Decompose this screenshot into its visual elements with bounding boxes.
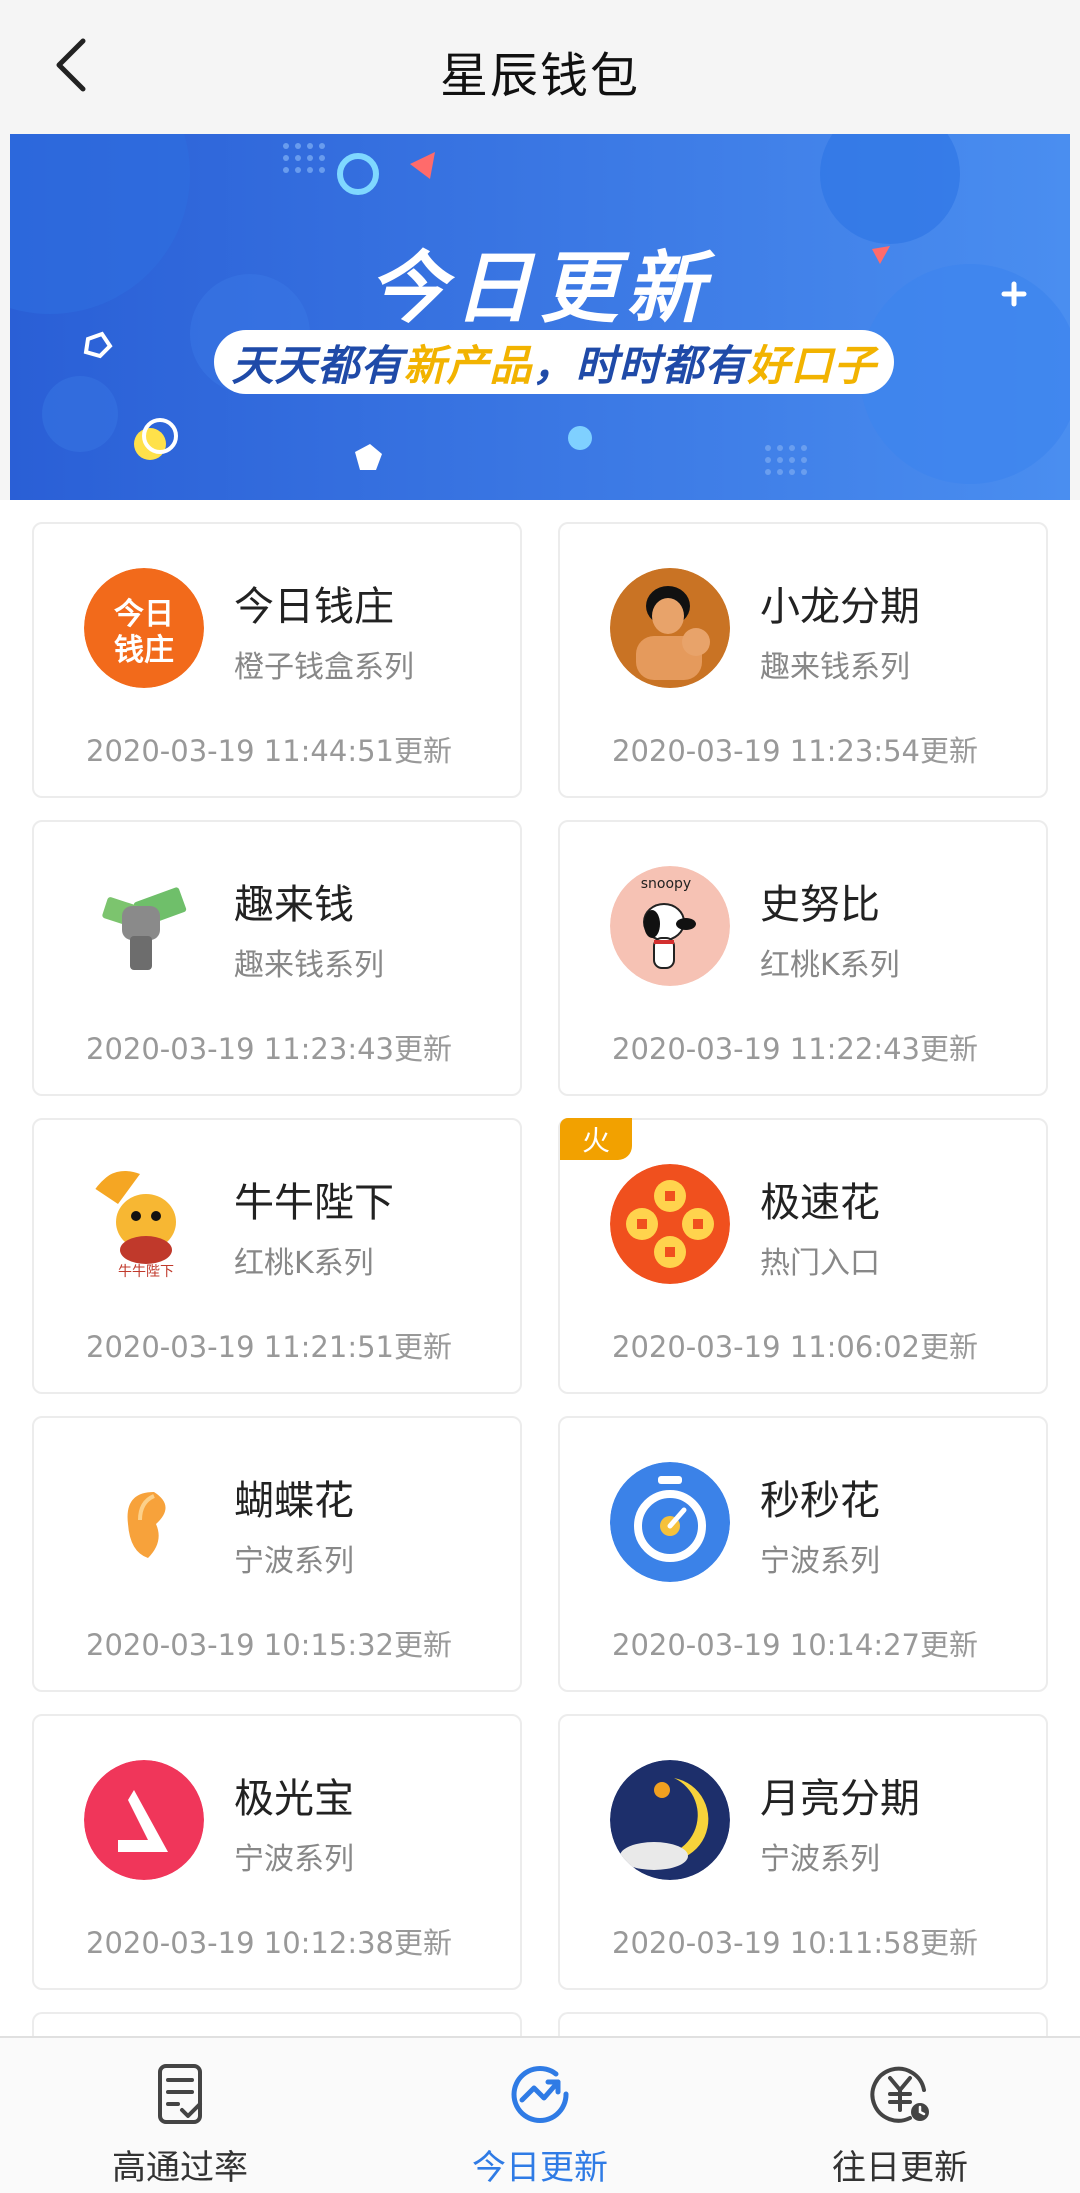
stopwatch-logo [610, 1462, 730, 1582]
update-time: 2020-03-19 10:11:58更新 [612, 1926, 978, 1960]
product-name: 极光宝 [234, 1776, 354, 1822]
svg-text:钱庄: 钱庄 [114, 633, 174, 668]
product-card[interactable]: 小龙分期 趣来钱系列 2020-03-19 11:23:54更新 [558, 522, 1048, 798]
update-time: 2020-03-19 11:23:43更新 [86, 1032, 452, 1066]
niuniu-bixia-logo: 牛牛陛下 [84, 1164, 204, 1284]
product-series: 红桃K系列 [760, 948, 900, 983]
product-series: 红桃K系列 [234, 1246, 374, 1281]
product-card[interactable]: 极光宝 宁波系列 2020-03-19 10:12:38更新 [32, 1714, 522, 1990]
product-card[interactable] [32, 2012, 522, 2036]
tab-label: 往日更新 [832, 2148, 968, 2188]
product-series: 宁波系列 [760, 1842, 880, 1877]
bottom-tab-bar: 高通过率 今日更新 往日更新 [0, 2036, 1080, 2193]
product-name: 今日钱庄 [234, 584, 394, 630]
svg-text:snoopy: snoopy [641, 876, 691, 892]
tagline-part-1: 天天都有 [231, 340, 404, 390]
product-card[interactable]: 趣来钱 趣来钱系列 2020-03-19 11:23:43更新 [32, 820, 522, 1096]
product-card[interactable]: 今日 钱庄 今日钱庄 橙子钱盒系列 2020-03-19 11:44:51更新 [32, 522, 522, 798]
product-card[interactable]: 秒秒花 宁波系列 2020-03-19 10:14:27更新 [558, 1416, 1048, 1692]
tab-past-update[interactable]: 往日更新 [720, 2038, 1080, 2193]
product-series: 宁波系列 [234, 1544, 354, 1579]
product-name: 牛牛陛下 [234, 1180, 394, 1226]
tab-label: 今日更新 [472, 2148, 608, 2188]
product-name: 极速花 [760, 1180, 880, 1226]
product-list: 今日 钱庄 今日钱庄 橙子钱盒系列 2020-03-19 11:44:51更新 [0, 500, 1080, 2036]
tab-high-pass-rate[interactable]: 高通过率 [0, 2038, 360, 2193]
svg-text:牛牛陛下: 牛牛陛下 [118, 1264, 174, 1280]
product-name: 趣来钱 [234, 882, 354, 928]
jiguangbao-logo [84, 1760, 204, 1880]
update-time: 2020-03-19 11:44:51更新 [86, 734, 452, 768]
product-series: 橙子钱盒系列 [234, 650, 414, 685]
product-card[interactable]: 蝴蝶花 宁波系列 2020-03-19 10:15:32更新 [32, 1416, 522, 1692]
page-title: 星辰钱包 [439, 48, 640, 104]
document-check-icon [158, 2064, 202, 2124]
product-series: 宁波系列 [760, 1544, 880, 1579]
update-time: 2020-03-19 11:06:02更新 [612, 1330, 978, 1364]
xiaolong-fenqi-logo [610, 568, 730, 688]
tab-today-update[interactable]: 今日更新 [360, 2038, 720, 2193]
tab-label: 高通过率 [112, 2148, 248, 2188]
product-card[interactable]: snoopy 史努比 红桃K系列 2020-03-19 11:22:43更新 [558, 820, 1048, 1096]
update-time: 2020-03-19 10:14:27更新 [612, 1628, 978, 1662]
update-time: 2020-03-19 10:12:38更新 [86, 1926, 452, 1960]
tagline-part-2: ，时时都有 [532, 340, 748, 390]
banner-tagline: 天天都有 新产品 ，时时都有 好口子 [214, 330, 894, 394]
product-name: 史努比 [760, 882, 880, 928]
product-card[interactable] [558, 2012, 1048, 2036]
product-card[interactable]: 月亮分期 宁波系列 2020-03-19 10:11:58更新 [558, 1714, 1048, 1990]
hot-badge: 火 [560, 1118, 632, 1160]
product-series: 趣来钱系列 [760, 650, 910, 685]
product-series: 热门入口 [760, 1246, 880, 1281]
snoopy-logo: snoopy [610, 866, 730, 986]
yen-history-icon [870, 2066, 929, 2123]
product-name: 秒秒花 [760, 1478, 880, 1524]
fist-money-logo [84, 866, 204, 986]
banner-headline: 今日更新 [367, 244, 712, 334]
today-update-banner[interactable]: 今日更新 天天都有 新产品 ，时时都有 好口子 [10, 134, 1070, 500]
product-series: 宁波系列 [234, 1842, 354, 1877]
butterfly-logo [84, 1462, 204, 1582]
product-name: 月亮分期 [760, 1776, 920, 1822]
top-nav-bar: 星辰钱包 [0, 0, 1080, 132]
product-card[interactable]: 牛牛陛下 牛牛陛下 红桃K系列 2020-03-19 11:21:51更新 [32, 1118, 522, 1394]
update-time: 2020-03-19 11:22:43更新 [612, 1032, 978, 1066]
update-time: 2020-03-19 10:15:32更新 [86, 1628, 452, 1662]
product-name: 小龙分期 [760, 584, 920, 630]
jinri-qianzhuang-logo: 今日 钱庄 [84, 568, 204, 688]
tagline-highlight-2: 好口子 [747, 340, 877, 390]
trend-circle-icon [511, 2066, 569, 2123]
product-name: 蝴蝶花 [234, 1478, 354, 1524]
svg-text:今日: 今日 [114, 597, 174, 632]
product-card[interactable]: 火 极速花 热门入口 2020-03-19 11:06:02更新 [558, 1118, 1048, 1394]
moon-logo [610, 1760, 730, 1880]
tagline-highlight-1: 新产品 [403, 340, 533, 390]
update-time: 2020-03-19 11:23:54更新 [612, 734, 978, 768]
update-time: 2020-03-19 11:21:51更新 [86, 1330, 452, 1364]
product-series: 趣来钱系列 [234, 948, 384, 983]
jisuhua-logo [610, 1164, 730, 1284]
